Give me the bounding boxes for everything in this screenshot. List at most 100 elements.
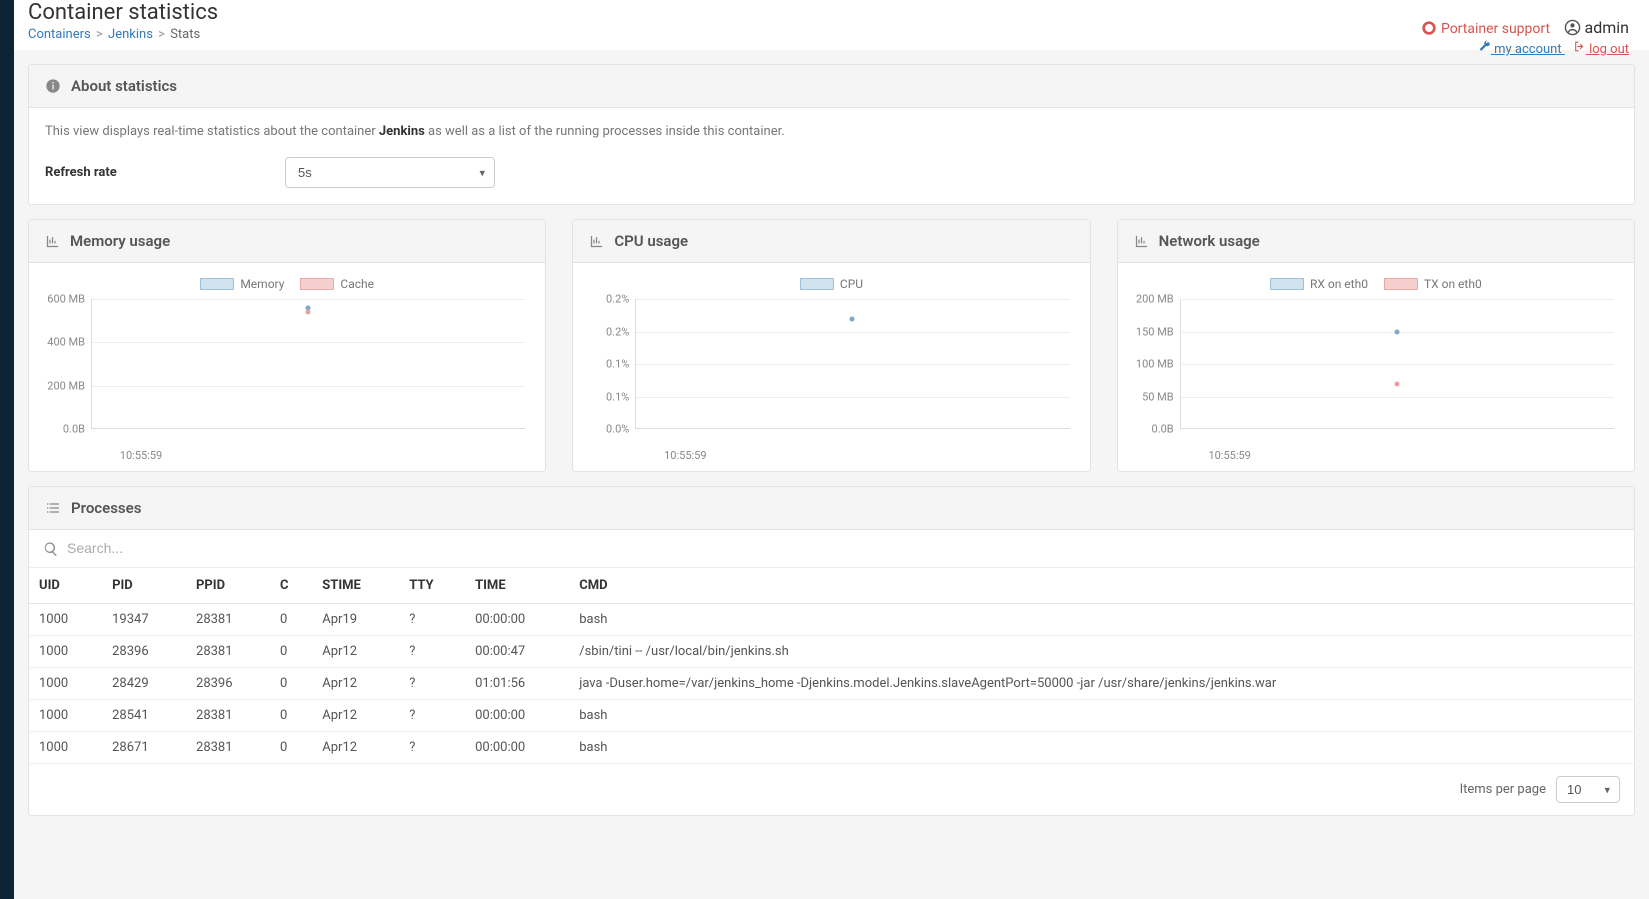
table-cell: /sbin/tini -- /usr/local/bin/jenkins.sh <box>569 636 1634 668</box>
refresh-rate-label: Refresh rate <box>45 165 245 180</box>
bar-chart-icon <box>1134 234 1149 249</box>
breadcrumb-sep: > <box>96 27 103 42</box>
table-cell: 00:00:00 <box>465 604 569 636</box>
table-cell: 28396 <box>186 668 270 700</box>
table-row: 100028396283810Apr12?00:00:47/sbin/tini … <box>29 636 1634 668</box>
my-account-link[interactable]: my account <box>1478 42 1565 57</box>
table-header[interactable]: TTY <box>399 568 465 604</box>
refresh-rate-select[interactable]: 5s <box>285 157 495 188</box>
table-cell: 1000 <box>29 636 102 668</box>
table-header[interactable]: PPID <box>186 568 270 604</box>
table-cell: 28396 <box>102 636 186 668</box>
data-point-cache <box>306 310 311 315</box>
table-header[interactable]: C <box>270 568 312 604</box>
breadcrumb-containers[interactable]: Containers <box>28 27 91 42</box>
legend-swatch-memory <box>200 278 234 290</box>
network-legend: RX on eth0 TX on eth0 <box>1130 277 1622 291</box>
charts-row: Memory usage Memory Cache 600 MB 400 MB … <box>28 219 1635 472</box>
table-cell: 0 <box>270 700 312 732</box>
table-cell: 1000 <box>29 700 102 732</box>
data-point-cpu <box>850 316 855 321</box>
table-header[interactable]: PID <box>102 568 186 604</box>
table-cell: 00:00:00 <box>465 732 569 764</box>
table-cell: 1000 <box>29 668 102 700</box>
legend-swatch-tx <box>1384 278 1418 290</box>
table-cell: Apr12 <box>312 668 399 700</box>
breadcrumb-sep: > <box>158 27 165 42</box>
table-cell: 0 <box>270 668 312 700</box>
about-text: This view displays real-time statistics … <box>45 124 1618 139</box>
table-cell: ? <box>399 732 465 764</box>
table-cell: 1000 <box>29 604 102 636</box>
header-user: admin <box>1564 18 1629 37</box>
process-search-input[interactable] <box>41 540 1622 556</box>
table-cell: 28671 <box>102 732 186 764</box>
about-panel-header: About statistics <box>29 65 1634 108</box>
memory-chart-title: Memory usage <box>70 232 170 250</box>
cpu-plot: 0.2% 0.2% 0.1% 0.1% 0.0% <box>635 299 1069 429</box>
tasks-icon <box>45 500 61 516</box>
header-right: Portainer support admin my account log o… <box>1421 18 1635 57</box>
user-icon <box>1564 19 1581 36</box>
bar-chart-icon <box>45 234 60 249</box>
table-row: 100028429283960Apr12?01:01:56java -Duser… <box>29 668 1634 700</box>
legend-swatch-cpu <box>800 278 834 290</box>
wrench-icon <box>1478 40 1491 53</box>
table-cell: Apr12 <box>312 700 399 732</box>
table-cell: Apr12 <box>312 636 399 668</box>
table-row: 100028671283810Apr12?00:00:00bash <box>29 732 1634 764</box>
data-point-rx <box>1394 329 1399 334</box>
table-cell: bash <box>569 732 1634 764</box>
network-plot: 200 MB 150 MB 100 MB 50 MB 0.0B <box>1180 299 1614 429</box>
table-cell: java -Duser.home=/var/jenkins_home -Djen… <box>569 668 1634 700</box>
table-cell: 00:00:00 <box>465 700 569 732</box>
table-cell: Apr12 <box>312 732 399 764</box>
table-cell: ? <box>399 668 465 700</box>
memory-legend: Memory Cache <box>41 277 533 291</box>
breadcrumb-stats: Stats <box>170 27 200 42</box>
processes-table: UIDPIDPPIDCSTIMETTYTIMECMD 1000193472838… <box>29 568 1634 764</box>
table-cell: ? <box>399 604 465 636</box>
page-header: Container statistics Containers > Jenkin… <box>14 0 1649 50</box>
table-cell: 28429 <box>102 668 186 700</box>
table-cell: 1000 <box>29 732 102 764</box>
table-cell: bash <box>569 700 1634 732</box>
table-cell: 28381 <box>186 732 270 764</box>
table-header[interactable]: STIME <box>312 568 399 604</box>
breadcrumb: Containers > Jenkins > Stats <box>28 27 1635 42</box>
table-header[interactable]: CMD <box>569 568 1634 604</box>
about-panel-title: About statistics <box>71 77 177 95</box>
cpu-legend: CPU <box>585 277 1077 291</box>
legend-swatch-cache <box>300 278 334 290</box>
table-cell: 28381 <box>186 700 270 732</box>
legend-swatch-rx <box>1270 278 1304 290</box>
table-cell: ? <box>399 700 465 732</box>
table-cell: 0 <box>270 636 312 668</box>
breadcrumb-jenkins[interactable]: Jenkins <box>108 27 153 42</box>
items-per-page-label: Items per page <box>1460 782 1546 797</box>
processes-panel: Processes UIDPIDPPIDCSTIMETTYTIMECMD 100… <box>28 486 1635 816</box>
items-per-page-select[interactable]: 10 <box>1556 776 1620 803</box>
portainer-support-link[interactable]: Portainer support <box>1421 21 1553 37</box>
table-cell: 28541 <box>102 700 186 732</box>
table-header[interactable]: TIME <box>465 568 569 604</box>
processes-panel-title: Processes <box>71 499 141 517</box>
table-cell: 28381 <box>186 636 270 668</box>
table-header[interactable]: UID <box>29 568 102 604</box>
table-row: 100019347283810Apr19?00:00:00bash <box>29 604 1634 636</box>
table-cell: 0 <box>270 732 312 764</box>
table-cell: bash <box>569 604 1634 636</box>
info-icon <box>45 78 61 94</box>
bar-chart-icon <box>589 234 604 249</box>
network-chart-panel: Network usage RX on eth0 TX on eth0 200 … <box>1117 219 1635 472</box>
table-cell: 28381 <box>186 604 270 636</box>
table-cell: 0 <box>270 604 312 636</box>
memory-chart-panel: Memory usage Memory Cache 600 MB 400 MB … <box>28 219 546 472</box>
log-out-link[interactable]: log out <box>1573 42 1629 57</box>
network-chart-title: Network usage <box>1159 232 1260 250</box>
about-panel: About statistics This view displays real… <box>28 64 1635 205</box>
table-cell: 00:00:47 <box>465 636 569 668</box>
memory-plot: 600 MB 400 MB 200 MB 0.0B 10:55:59 <box>91 299 525 429</box>
table-cell: 19347 <box>102 604 186 636</box>
cpu-chart-title: CPU usage <box>614 232 688 250</box>
